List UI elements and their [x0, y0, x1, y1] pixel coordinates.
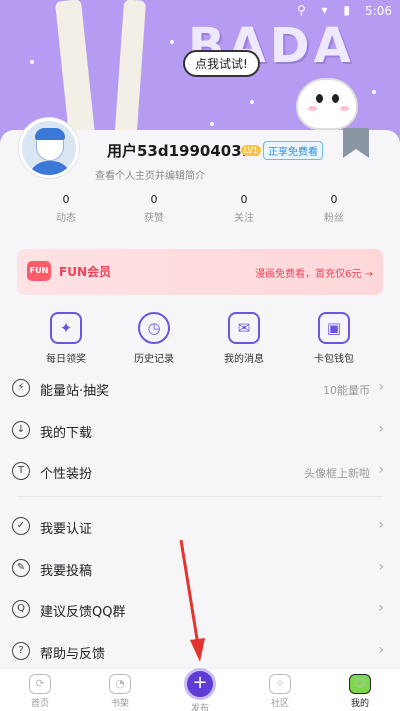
tile-daily-reward[interactable]: ✦ 每日领奖: [26, 312, 106, 365]
avatar[interactable]: [19, 118, 79, 178]
energy-icon: ⚡: [12, 379, 30, 397]
download-icon: ↓: [12, 421, 30, 439]
chevron-right-icon: ›: [378, 379, 384, 395]
nav-label: 书架: [110, 699, 129, 709]
status-bar: ⚲ ▾ ▮ 5:06: [0, 0, 400, 22]
mascot-blush: [308, 106, 317, 111]
snowflake: [170, 40, 174, 44]
level-badge: LV1: [241, 145, 262, 156]
chevron-right-icon: ›: [378, 559, 384, 575]
status-time: 5:06: [365, 4, 392, 18]
nav-label: 社区: [270, 699, 289, 709]
profile-stats: 0 动态 0 获赞 0 关注 0 粉丝: [0, 193, 400, 225]
stat-label: 粉丝: [324, 213, 344, 224]
menu-label: 我要认证: [40, 522, 93, 537]
chevron-right-icon: ›: [378, 600, 384, 616]
nav-community[interactable]: ✧ 社区: [240, 674, 320, 709]
wallet-icon: ▣: [318, 312, 350, 344]
publish-button[interactable]: +: [184, 668, 216, 700]
stat-number: 0: [330, 193, 338, 206]
chevron-right-icon: ›: [378, 462, 384, 478]
nav-home[interactable]: ⟳ 首页: [0, 674, 80, 709]
menu-label: 能量站·抽奖: [40, 384, 110, 399]
chevron-right-icon: ›: [378, 421, 384, 437]
menu-submit[interactable]: ✎ 我要投稿 ›: [0, 549, 400, 587]
nav-label: 我的: [350, 699, 369, 709]
sparkle-icon: ✦: [50, 312, 82, 344]
fun-vip-banner[interactable]: FUN FUN会员 漫画免费看，首充仅6元 →: [17, 249, 383, 295]
tile-messages[interactable]: ✉ 我的消息: [204, 312, 284, 365]
tile-history[interactable]: ◷ 历史记录: [114, 312, 194, 365]
menu-label: 个性装扮: [40, 467, 93, 482]
menu-hint: 10能量币: [323, 384, 370, 397]
me-icon: ☺: [349, 674, 371, 694]
status-icons: ⚲ ▾ ▮: [296, 3, 356, 17]
qq-icon: Q: [12, 600, 30, 618]
free-reading-tag[interactable]: 正享免费看: [263, 141, 323, 160]
menu-verify[interactable]: ✓ 我要认证 ›: [0, 507, 400, 545]
menu-label: 我要投稿: [40, 564, 93, 579]
section-divider: [17, 496, 383, 497]
mascot[interactable]: [296, 78, 358, 130]
nav-bookshelf[interactable]: ◔ 书架: [80, 674, 160, 709]
publish-label: 发布: [190, 704, 209, 711]
mascot-blush: [340, 106, 349, 111]
menu-hint: 头像框上新啦: [304, 467, 370, 480]
tile-label: 每日领奖: [46, 354, 86, 365]
fun-vip-title: FUN会员: [59, 265, 111, 279]
stat-number: 0: [240, 193, 248, 206]
stat-label: 关注: [234, 213, 254, 224]
tile-label: 历史记录: [134, 354, 174, 365]
profile-subtitle[interactable]: 查看个人主页并编辑简介: [95, 167, 205, 182]
tile-wallet[interactable]: ▣ 卡包钱包: [294, 312, 374, 365]
menu-label: 帮助与反馈: [40, 647, 106, 662]
stat-label: 动态: [56, 213, 76, 224]
help-icon: ?: [12, 642, 30, 660]
quick-actions: ✦ 每日领奖 ◷ 历史记录 ✉ 我的消息 ▣ 卡包钱包: [0, 312, 400, 370]
username[interactable]: 用户53d1990403...: [107, 140, 259, 161]
bookshelf-icon: ◔: [109, 674, 131, 694]
stat-following[interactable]: 0 关注: [204, 193, 284, 224]
chevron-right-icon: ›: [378, 642, 384, 658]
tshirt-icon: T: [12, 462, 30, 480]
menu-decoration[interactable]: T 个性装扮 头像框上新啦 ›: [0, 452, 400, 490]
envelope-icon: ✉: [228, 312, 260, 344]
menu-qq-group[interactable]: Q 建议反馈QQ群 ›: [0, 590, 400, 628]
fun-vip-promo: 漫画免费看，首充仅6元 →: [255, 269, 373, 280]
stat-followers[interactable]: 0 粉丝: [294, 193, 374, 224]
menu-label: 建议反馈QQ群: [40, 605, 126, 620]
tap-me-bubble[interactable]: 点我试试!: [183, 50, 260, 77]
mascot-eye: [316, 94, 323, 103]
menu-downloads[interactable]: ↓ 我的下载 ›: [0, 411, 400, 449]
community-icon: ✧: [269, 674, 291, 694]
stat-likes[interactable]: 0 获赞: [114, 193, 194, 224]
mascot-eye: [332, 94, 339, 103]
clock-icon: ◷: [138, 312, 170, 344]
menu-label: 我的下载: [40, 426, 93, 441]
snowflake: [372, 90, 376, 94]
verify-icon: ✓: [12, 517, 30, 535]
nav-label: 首页: [30, 699, 49, 709]
fun-logo: FUN: [27, 261, 51, 281]
snowflake: [30, 60, 34, 64]
stat-number: 0: [150, 193, 158, 206]
snowflake: [250, 100, 254, 104]
tile-label: 卡包钱包: [314, 354, 354, 365]
snowflake: [210, 122, 214, 126]
tile-label: 我的消息: [224, 354, 264, 365]
chevron-right-icon: ›: [378, 517, 384, 533]
menu-help[interactable]: ? 帮助与反馈 ›: [0, 632, 400, 670]
stat-number: 0: [62, 193, 70, 206]
nav-me[interactable]: ☺ 我的: [320, 674, 400, 709]
menu-energy[interactable]: ⚡ 能量站·抽奖 10能量币 ›: [0, 369, 400, 407]
stat-label: 获赞: [144, 213, 164, 224]
stat-posts[interactable]: 0 动态: [26, 193, 106, 224]
avatar-hair: [35, 128, 65, 140]
home-icon: ⟳: [29, 674, 51, 694]
submit-icon: ✎: [12, 559, 30, 577]
